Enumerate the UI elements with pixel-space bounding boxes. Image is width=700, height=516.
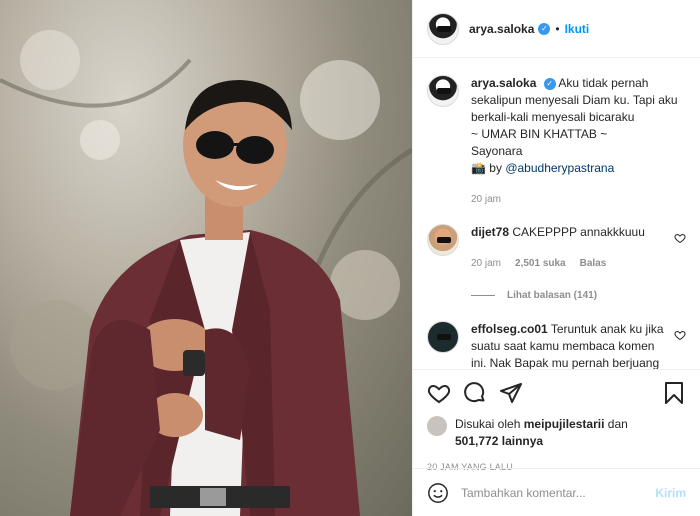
- caption-time[interactable]: 20 jam: [471, 191, 501, 208]
- author-avatar[interactable]: [427, 12, 459, 45]
- verified-badge-icon: ✓: [538, 22, 551, 35]
- commenter-avatar[interactable]: [427, 321, 459, 353]
- likes-connector: dan: [607, 417, 628, 431]
- liker-avatar[interactable]: [427, 416, 447, 436]
- comment-username[interactable]: effolseg.co01: [471, 322, 548, 336]
- caption-username[interactable]: arya.saloka: [471, 76, 536, 90]
- likes-prefix: Disukai oleh: [455, 417, 521, 431]
- caption-sayonara: Sayonara: [471, 144, 523, 158]
- commenter-avatar[interactable]: [427, 224, 459, 256]
- caption-quote: ~ UMAR BIN KHATTAB ~: [471, 127, 608, 141]
- comments-list[interactable]: arya.saloka ✓ Aku tidak pernah sekalipun…: [413, 59, 700, 369]
- bookmark-icon[interactable]: [662, 381, 686, 405]
- person-illustration: [0, 58, 412, 516]
- likes-summary: Disukai oleh meipujilestarii dan 501,772…: [427, 416, 686, 450]
- mention-link[interactable]: @abudherypastrana: [505, 161, 614, 175]
- post-actions: Disukai oleh meipujilestarii dan 501,772…: [413, 369, 700, 472]
- author-avatar[interactable]: [427, 75, 459, 107]
- comment-time[interactable]: 20 jam: [471, 255, 501, 272]
- post-photo[interactable]: [0, 0, 412, 516]
- share-icon[interactable]: [499, 381, 523, 405]
- add-comment-bar: Kirim: [413, 468, 700, 516]
- comment-username[interactable]: dijet78: [471, 225, 509, 239]
- post-comment-button[interactable]: Kirim: [655, 486, 686, 500]
- camera-emoji-icon: 📸: [471, 161, 486, 175]
- view-replies-link[interactable]: Lihat balasan (141): [471, 290, 686, 301]
- likes-suffix[interactable]: lainnya: [502, 434, 543, 448]
- liker-username[interactable]: meipujilestarii: [524, 417, 605, 431]
- post-header: arya.saloka ✓ • Ikuti: [413, 0, 700, 58]
- separator-dot: •: [555, 21, 560, 36]
- comment-item: effolseg.co01 Teruntuk anak ku jika suat…: [427, 321, 686, 369]
- verified-badge-icon: ✓: [543, 77, 556, 90]
- caption-by: by: [489, 161, 502, 175]
- comment-heart-icon[interactable]: [674, 329, 686, 341]
- reply-button[interactable]: Balas: [580, 255, 607, 272]
- comment-likes[interactable]: 2,501 suka: [515, 255, 566, 272]
- emoji-icon[interactable]: [427, 482, 449, 504]
- comment-heart-icon[interactable]: [674, 232, 686, 244]
- caption: arya.saloka ✓ Aku tidak pernah sekalipun…: [427, 75, 686, 208]
- comment-text: CAKEPPPP annakkkuuu: [512, 225, 645, 239]
- post-details-panel: arya.saloka ✓ • Ikuti arya.saloka ✓ Aku …: [412, 0, 700, 516]
- follow-button[interactable]: Ikuti: [565, 22, 590, 36]
- author-username[interactable]: arya.saloka: [469, 22, 534, 36]
- comment-input[interactable]: [461, 485, 656, 500]
- likes-count[interactable]: 501,772: [455, 434, 498, 448]
- comment-item: dijet78 CAKEPPPP annakkkuuu 20 jam 2,501…: [427, 224, 686, 272]
- comment-icon[interactable]: [463, 381, 487, 405]
- heart-icon[interactable]: [427, 381, 451, 405]
